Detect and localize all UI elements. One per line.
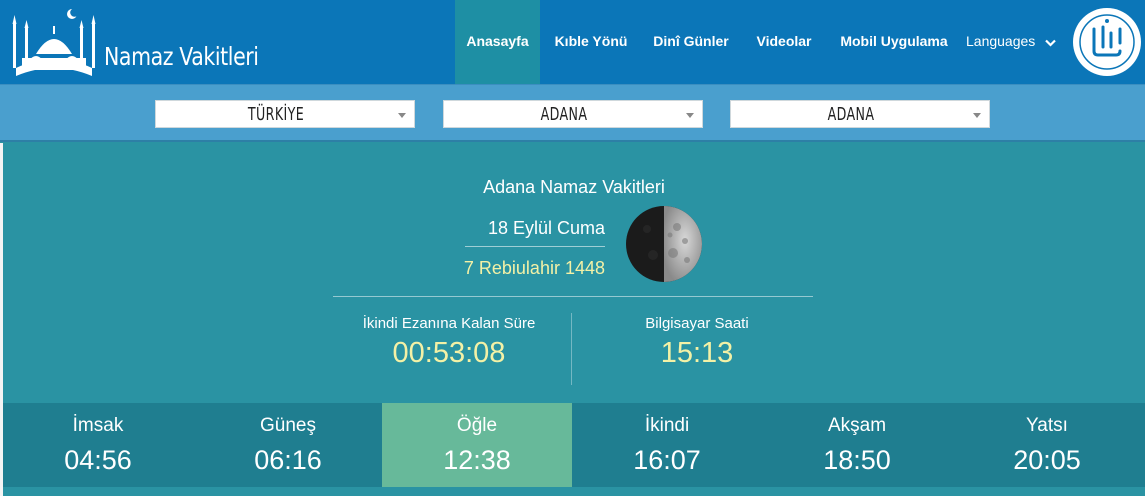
chevron-down-icon (1045, 34, 1056, 50)
country-select-value: TÜRKİYE (247, 104, 305, 125)
vertical-divider (571, 313, 572, 385)
gregorian-date: 18 Eylül Cuma (487, 218, 605, 238)
prayer-info-panel: Adana Namaz Vakitleri 18 Eylül Cuma 7 Re… (3, 143, 1145, 403)
prayer-name: Yatsı (1026, 415, 1068, 436)
city-select[interactable]: ADANA (443, 100, 703, 128)
header: Namaz Vakitleri Anasayfa Kıble Yönü Dinî… (0, 0, 1145, 84)
nav-anasayfa[interactable]: Anasayfa (455, 0, 540, 84)
district-select-value: ADANA (827, 104, 875, 125)
prayer-time: 20:05 (1013, 445, 1081, 475)
hijri-date: 7 Rebiulahir 1448 (463, 258, 605, 278)
prayer-name: Öğle (456, 415, 498, 436)
prayer-imsak: İmsak 04:56 (3, 403, 193, 487)
dropdown-arrow-icon (686, 113, 694, 118)
prayer-name: Akşam (827, 415, 887, 436)
moon-phase-icon (625, 205, 703, 283)
dropdown-arrow-icon (973, 113, 981, 118)
prayer-times-strip: İmsak 04:56 Güneş 06:16 Öğle 12:38 İkind… (3, 403, 1145, 487)
languages-dropdown[interactable]: Languages (966, 33, 1056, 50)
nav-dini-gunler[interactable]: Dinî Günler (646, 0, 736, 84)
prayer-aksam: Akşam 18:50 (762, 403, 952, 487)
prayer-ogle: Öğle 12:38 (382, 403, 572, 487)
district-select[interactable]: ADANA (730, 100, 990, 128)
nav-videolar[interactable]: Videolar (748, 0, 820, 84)
computer-clock-value: 15:13 (660, 337, 734, 369)
prayer-name: İmsak (72, 415, 124, 436)
nav-kible-yonu[interactable]: Kıble Yönü (548, 0, 634, 84)
remaining-time-value: 00:53:08 (392, 337, 506, 369)
prayer-gunes: Güneş 06:16 (193, 403, 383, 487)
nav-mobil-uygulama[interactable]: Mobil Uygulama (832, 0, 956, 84)
prayer-ikindi: İkindi 16:07 (572, 403, 762, 487)
dropdown-arrow-icon (398, 113, 406, 118)
brand-title[interactable]: Namaz Vakitleri (104, 42, 259, 71)
prayer-time: 04:56 (64, 445, 132, 475)
page-title: Adana Namaz Vakitleri (483, 177, 665, 197)
prayer-time: 06:16 (254, 445, 322, 475)
location-selector-bar: TÜRKİYE ADANA ADANA (0, 84, 1145, 142)
languages-label: Languages (966, 33, 1036, 49)
prayer-name: İkindi (644, 415, 690, 436)
computer-clock-label: Bilgisayar Saati (645, 315, 749, 332)
remaining-time-label: İkindi Ezanına Kalan Süre (362, 315, 536, 332)
date-divider (465, 246, 605, 247)
prayer-yatsi: Yatsı 20:05 (952, 403, 1142, 487)
prayer-name: Güneş (260, 415, 316, 436)
country-select[interactable]: TÜRKİYE (155, 100, 415, 128)
city-select-value: ADANA (540, 104, 588, 125)
diyanet-seal-icon[interactable] (1072, 7, 1142, 77)
section-divider (333, 296, 813, 297)
prayer-time: 16:07 (633, 445, 701, 475)
prayer-time: 18:50 (823, 445, 891, 475)
mosque-logo-icon[interactable] (8, 6, 100, 78)
bottom-band (3, 487, 1145, 496)
prayer-time: 12:38 (443, 445, 511, 475)
